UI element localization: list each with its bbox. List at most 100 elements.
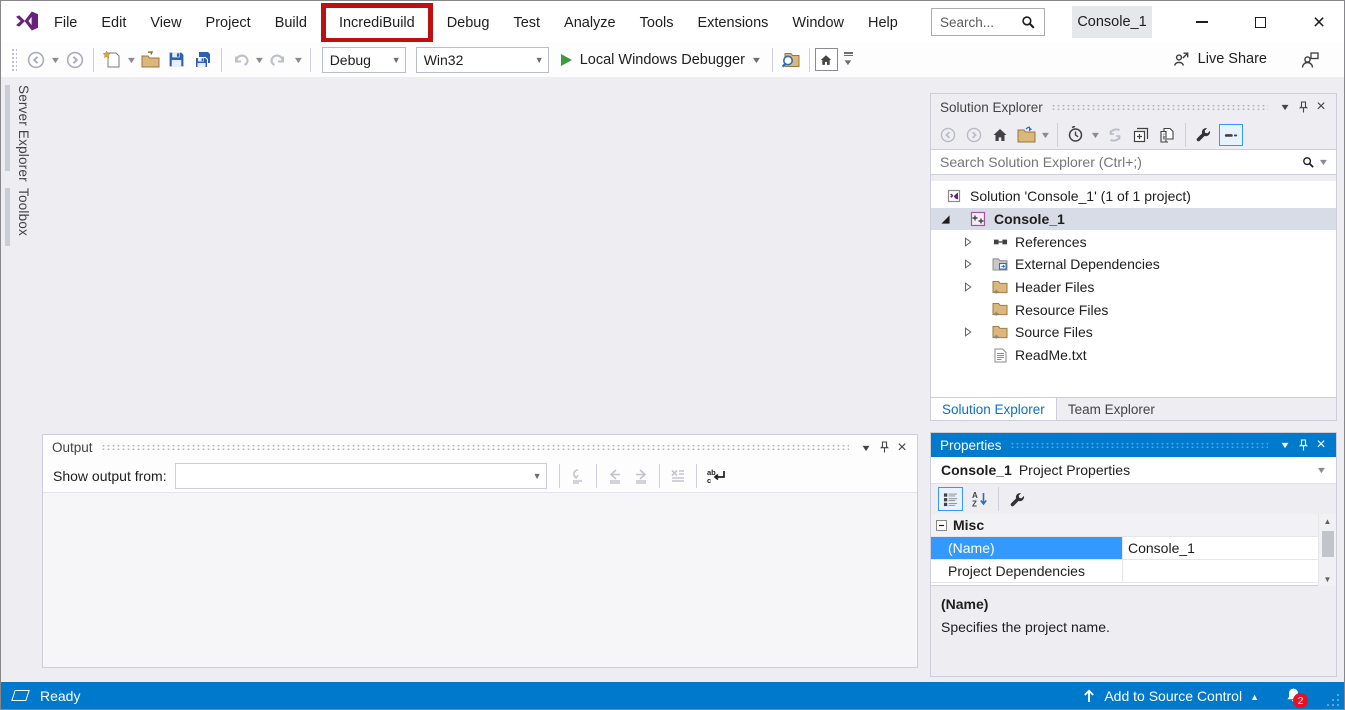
menu-item-test[interactable]: Test: [501, 15, 552, 31]
toggle-word-wrap-button[interactable]: abc: [704, 464, 730, 488]
debug-target-dropdown[interactable]: ▼: [751, 55, 763, 65]
switch-views-button[interactable]: [1015, 123, 1037, 147]
menu-item-project[interactable]: Project: [194, 15, 263, 31]
collapse-all-button[interactable]: [1130, 123, 1152, 147]
property-value[interactable]: [1123, 560, 1336, 582]
se-forward-button[interactable]: [963, 123, 985, 147]
chevron-up-icon[interactable]: ▲: [1250, 692, 1259, 702]
properties-object-combo[interactable]: Console_1 Project Properties ▼: [931, 457, 1336, 484]
save-all-button[interactable]: [192, 48, 214, 72]
close-panel-icon[interactable]: ×: [1312, 437, 1330, 453]
preview-selected-items-button[interactable]: [1219, 124, 1243, 146]
tree-item-external-dependencies[interactable]: External Dependencies: [931, 253, 1336, 276]
categorized-button[interactable]: [938, 487, 963, 511]
drag-handle[interactable]: [1051, 104, 1268, 111]
tree-item-readme[interactable]: ReadMe.txt: [931, 344, 1336, 367]
save-button[interactable]: [166, 48, 188, 72]
filter-dropdown[interactable]: ▼: [1090, 130, 1102, 140]
expand-icon[interactable]: [962, 282, 974, 292]
properties-scrollbar[interactable]: ▲ ▼: [1318, 514, 1336, 586]
add-to-source-control-button[interactable]: Add to Source Control: [1104, 688, 1242, 704]
maximize-button[interactable]: [1237, 2, 1283, 42]
menu-item-edit[interactable]: Edit: [89, 15, 138, 31]
se-home-button[interactable]: [989, 123, 1011, 147]
property-row-project-dependencies[interactable]: Project Dependencies: [931, 560, 1336, 583]
tab-solution-explorer[interactable]: Solution Explorer: [931, 398, 1057, 420]
scroll-down-icon[interactable]: ▼: [1324, 572, 1332, 586]
tab-toolbox[interactable]: Toolbox: [5, 188, 31, 258]
property-pages-button[interactable]: [1006, 487, 1028, 511]
scrollbar-thumb[interactable]: [1322, 531, 1334, 557]
menu-item-view[interactable]: View: [138, 15, 193, 31]
pending-changes-filter-button[interactable]: [1065, 123, 1087, 147]
menu-item-help[interactable]: Help: [856, 15, 910, 31]
search-input[interactable]: Search...: [931, 8, 1045, 36]
category-row-misc[interactable]: Misc: [931, 514, 1336, 537]
show-all-files-button[interactable]: [1156, 123, 1178, 147]
navigate-back-dropdown[interactable]: ▼: [50, 55, 62, 65]
properties-header[interactable]: Properties ▼ ×: [931, 433, 1336, 457]
previous-message-button[interactable]: [604, 464, 626, 488]
new-project-button[interactable]: [101, 48, 123, 72]
tree-item-solution[interactable]: Solution 'Console_1' (1 of 1 project): [931, 185, 1336, 208]
close-panel-icon[interactable]: ×: [893, 440, 911, 456]
menu-item-debug[interactable]: Debug: [435, 15, 502, 31]
solution-explorer-header[interactable]: Solution Explorer ▼ ×: [931, 94, 1336, 120]
solution-explorer-search-input[interactable]: Search Solution Explorer (Ctrl+;) ▼: [931, 149, 1336, 175]
drag-handle[interactable]: [1010, 442, 1268, 449]
undo-button[interactable]: [229, 48, 251, 72]
tree-item-resource-files[interactable]: Resource Files: [931, 298, 1336, 321]
tab-server-explorer[interactable]: Server Explorer: [5, 85, 31, 185]
alphabetical-button[interactable]: AZ: [969, 487, 991, 511]
expand-icon[interactable]: [962, 237, 974, 247]
menu-item-file[interactable]: File: [42, 15, 89, 31]
window-position-dropdown[interactable]: ▼: [1273, 440, 1296, 450]
output-header[interactable]: Output ▼ ×: [43, 435, 917, 460]
collapse-icon[interactable]: [939, 214, 951, 225]
toolbar-overflow-button[interactable]: ▼: [844, 52, 853, 66]
start-debugging-button[interactable]: Local Windows Debugger: [580, 52, 745, 68]
goto-message-button[interactable]: [567, 464, 589, 488]
switch-views-dropdown[interactable]: ▼: [1040, 130, 1052, 140]
sign-in-button[interactable]: [1300, 51, 1320, 69]
properties-button[interactable]: [1193, 123, 1215, 147]
live-share-button[interactable]: Live Share: [1171, 50, 1267, 68]
menu-item-tools[interactable]: Tools: [628, 15, 686, 31]
tree-item-source-files[interactable]: Source Files: [931, 321, 1336, 344]
property-row-name[interactable]: (Name) Console_1: [931, 537, 1336, 560]
tree-item-references[interactable]: References: [931, 230, 1336, 253]
menu-item-analyze[interactable]: Analyze: [552, 15, 628, 31]
resize-grip[interactable]: [1326, 693, 1340, 707]
navigate-back-button[interactable]: [25, 48, 47, 72]
undo-dropdown[interactable]: ▼: [254, 55, 266, 65]
window-position-dropdown[interactable]: ▼: [1273, 102, 1296, 112]
close-button[interactable]: ×: [1296, 2, 1342, 42]
close-panel-icon[interactable]: ×: [1312, 99, 1330, 115]
window-position-dropdown[interactable]: ▼: [854, 443, 877, 453]
tab-team-explorer[interactable]: Team Explorer: [1057, 398, 1166, 420]
redo-button[interactable]: [268, 48, 290, 72]
navigate-forward-button[interactable]: [64, 48, 86, 72]
scroll-up-icon[interactable]: ▲: [1324, 514, 1332, 528]
property-value[interactable]: Console_1: [1123, 537, 1336, 559]
tree-item-project-console1[interactable]: Console_1: [931, 208, 1336, 231]
expand-icon[interactable]: [962, 327, 974, 337]
drag-handle[interactable]: [101, 444, 849, 451]
tree-item-header-files[interactable]: Header Files: [931, 276, 1336, 299]
sync-with-active-document-button[interactable]: [1104, 123, 1126, 147]
menu-item-window[interactable]: Window: [780, 15, 856, 31]
search-options-dropdown[interactable]: ▼: [1318, 157, 1330, 167]
solution-home-button[interactable]: [815, 48, 838, 71]
minimize-button[interactable]: [1179, 2, 1225, 42]
notifications-button[interactable]: 2: [1285, 687, 1302, 704]
se-back-button[interactable]: [937, 123, 959, 147]
solution-configuration-combo[interactable]: Debug ▼: [322, 47, 406, 73]
new-project-dropdown[interactable]: ▼: [126, 55, 138, 65]
menu-item-build[interactable]: Build: [263, 15, 319, 31]
open-file-button[interactable]: [140, 48, 162, 72]
find-in-files-button[interactable]: [780, 48, 802, 72]
expand-icon[interactable]: [962, 259, 974, 269]
output-source-combo[interactable]: ▼: [175, 463, 547, 489]
toolbar-grip[interactable]: [11, 48, 17, 72]
menu-item-incredibuild[interactable]: IncrediBuild: [321, 3, 433, 43]
